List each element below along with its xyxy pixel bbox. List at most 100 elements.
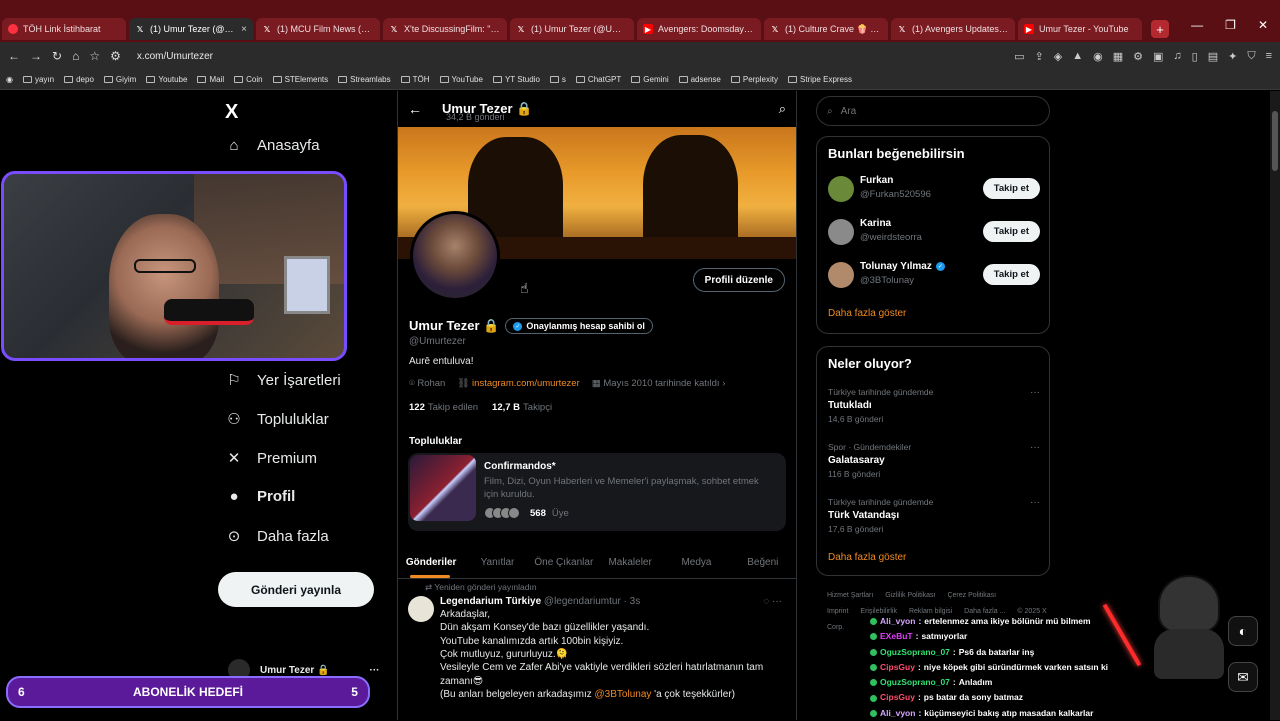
trends-show-more-link[interactable]: Daha fazla göster [828, 552, 906, 563]
post-mention-link[interactable]: @3BTolunay [595, 689, 652, 700]
trend-item[interactable]: Spor · Gündemdekiler Galatasaray 116 B gön… [828, 442, 1040, 479]
footer-link[interactable]: Gizlilik Politikası [885, 592, 935, 599]
close-window-button[interactable]: ✕ [1258, 18, 1268, 32]
profile-link[interactable]: instagram.com/umurtezer [472, 378, 580, 389]
bookmark-item[interactable]: Streamlabs [338, 75, 391, 84]
bookmark-item[interactable]: Coin [234, 75, 263, 84]
footer-link[interactable]: Hizmet Şartları [827, 592, 873, 599]
messages-side-icon[interactable]: ✉ [1228, 662, 1258, 692]
bookmark-item[interactable]: depo [64, 75, 94, 84]
avatar[interactable] [828, 176, 854, 202]
new-tab-button[interactable]: + [1151, 20, 1169, 38]
browser-tab[interactable]: 𝕏 X'te DiscussingFilm: "First [383, 18, 507, 40]
footer-link[interactable]: Imprint [827, 608, 848, 615]
trend-item[interactable]: Türkiye tarihinde gündemde Türk Vatandaşı… [828, 497, 1040, 534]
nav-item-premium[interactable]: ✕ Premium [225, 449, 317, 468]
bookmark-item[interactable]: Gemini [631, 75, 669, 84]
chevron-right-icon[interactable]: › [722, 378, 725, 389]
tab-medya[interactable]: Medya [663, 546, 729, 578]
bookmark-item[interactable]: s [549, 75, 566, 84]
url-field[interactable]: x.com/Umurtezer [137, 51, 213, 62]
home-nav-icon[interactable]: ⌂ [72, 49, 79, 63]
post-menu-icon[interactable]: ··· [772, 596, 782, 607]
footer-link[interactable]: Çerez Politikası [947, 592, 996, 599]
suggestion-row[interactable]: Furkan @Furkan520596 Takip et [828, 173, 1040, 205]
scrollbar-thumb[interactable] [1272, 111, 1278, 171]
bookmark-item[interactable]: YT Studio [492, 75, 540, 84]
leo-icon[interactable]: ✦ [1228, 50, 1237, 63]
page-scrollbar[interactable] [1270, 91, 1280, 720]
wallet-icon[interactable]: ▤ [1208, 50, 1218, 63]
browser-tab[interactable]: 𝕏 (1) Umur Tezer (@Umurte [510, 18, 634, 40]
tab-g-nderiler[interactable]: Gönderiler [398, 546, 464, 578]
rewards-icon[interactable]: ▲ [1072, 50, 1083, 63]
follow-button[interactable]: Takip et [982, 264, 1040, 285]
minimize-button[interactable]: — [1191, 18, 1203, 32]
nav-item-anasayfa[interactable]: ⌂ Anasayfa [225, 137, 319, 154]
nav-item-profil[interactable]: ● Profil [225, 488, 295, 505]
trend-more-icon[interactable]: ··· [1030, 442, 1040, 453]
bookmark-item[interactable]: STElements [272, 75, 328, 84]
trend-more-icon[interactable]: ··· [1030, 497, 1040, 508]
browser-tab[interactable]: ▶ Avengers: Doomsday – "Th [637, 18, 761, 40]
followers-link[interactable]: 12,7 B Takipçi [492, 402, 552, 413]
brave-shield-icon[interactable]: ◈ [1054, 50, 1062, 63]
bookmark-item[interactable]: YouTube [439, 75, 483, 84]
menu-icon[interactable]: ≡ [1266, 50, 1272, 63]
trend-item[interactable]: Türkiye tarihinde gündemde Tutukladı 14,6 … [828, 387, 1040, 424]
suggestion-row[interactable]: Karina @weirdsteorra Takip et [828, 216, 1040, 248]
browser-tab[interactable]: 𝕏 (1) Umur Tezer (@Um × [129, 18, 253, 40]
post-author[interactable]: Legendarium Türkiye [440, 596, 541, 607]
extension-icon[interactable]: ◉ [1093, 50, 1103, 63]
following-link[interactable]: 122 Takip edilen [409, 402, 478, 413]
suggestion-row[interactable]: Tolunay Yılmaz ✓ @3BTolunay Takip et [828, 259, 1040, 291]
extension-icon[interactable]: ▣ [1153, 50, 1163, 63]
bookmark-item[interactable]: Mail [197, 75, 224, 84]
avatar[interactable] [828, 262, 854, 288]
bookmark-item[interactable]: adsense [678, 75, 721, 84]
edit-profile-button[interactable]: Profili düzenle [692, 268, 785, 292]
post-button[interactable]: Gönderi yayınla [218, 572, 374, 607]
search-input[interactable]: Ara [841, 106, 857, 117]
follow-button[interactable]: Takip et [982, 178, 1040, 199]
tab--ne-kanlar[interactable]: Öne Çıkanlar [531, 546, 597, 578]
forward-nav-icon[interactable]: → [30, 49, 42, 63]
bookmark-item[interactable]: Perplexity [730, 75, 778, 84]
tab-be-eni[interactable]: Beğeni [730, 546, 796, 578]
link-item[interactable]: ⛓ instagram.com/umurtezer [457, 378, 579, 389]
account-more-icon[interactable]: ··· [370, 665, 380, 676]
bookmark-item[interactable]: Stripe Express [787, 75, 852, 84]
site-info-icon[interactable]: ⚙ [110, 49, 121, 63]
browser-tab[interactable]: TÖH Link İstihbarat [2, 18, 126, 40]
cast-icon[interactable]: ▭ [1014, 50, 1024, 63]
bookmark-item[interactable]: ChatGPT [575, 75, 621, 84]
bookmark-item[interactable]: Youtube [146, 75, 187, 84]
tab-yan-tlar[interactable]: Yanıtlar [464, 546, 530, 578]
x-grok-side-icon[interactable]: ◐ [1228, 616, 1258, 646]
x-logo[interactable]: X [225, 101, 238, 124]
browser-tab[interactable]: 𝕏 (1) Culture Crave 🍿 (@Cu [764, 18, 888, 40]
search-box[interactable]: ⌕ Ara [816, 96, 1050, 126]
extension-icon[interactable]: ▦ [1113, 50, 1123, 63]
browser-tab[interactable]: 𝕏 (1) Avengers Updates (@A [891, 18, 1015, 40]
tab-close-icon[interactable]: × [241, 24, 247, 35]
share-icon[interactable]: ⇪ [1035, 50, 1044, 63]
bookmark-item[interactable]: TÖH [400, 75, 430, 84]
verify-button[interactable]: ✓ Onaylanmış hesap sahibi ol [505, 318, 653, 334]
bookmark-item[interactable]: yayın [22, 75, 54, 84]
vpn-icon[interactable]: ⛉ [1247, 50, 1255, 63]
nav-item-daha-fazla[interactable]: ⊙ Daha fazla [225, 527, 329, 546]
tab-makaleler[interactable]: Makaleler [597, 546, 663, 578]
profile-avatar[interactable] [410, 211, 500, 301]
sidebar-icon[interactable]: ▯ [1192, 50, 1198, 63]
post-avatar[interactable] [408, 596, 434, 622]
follow-button[interactable]: Takip et [982, 221, 1040, 242]
google-icon[interactable]: ◉ [6, 75, 13, 84]
nav-item-topluluklar[interactable]: ⚇ Topluluklar [225, 410, 328, 429]
maximize-button[interactable]: ❐ [1225, 18, 1236, 32]
browser-tab[interactable]: ▶ Umur Tezer - YouTube [1018, 18, 1142, 40]
grok-icon[interactable]: ◌ [763, 596, 772, 607]
media-icon[interactable]: ♫ [1173, 50, 1181, 63]
browser-tab[interactable]: 𝕏 (1) MCU Film News (@MC [256, 18, 380, 40]
post-time[interactable]: 3s [630, 596, 641, 607]
